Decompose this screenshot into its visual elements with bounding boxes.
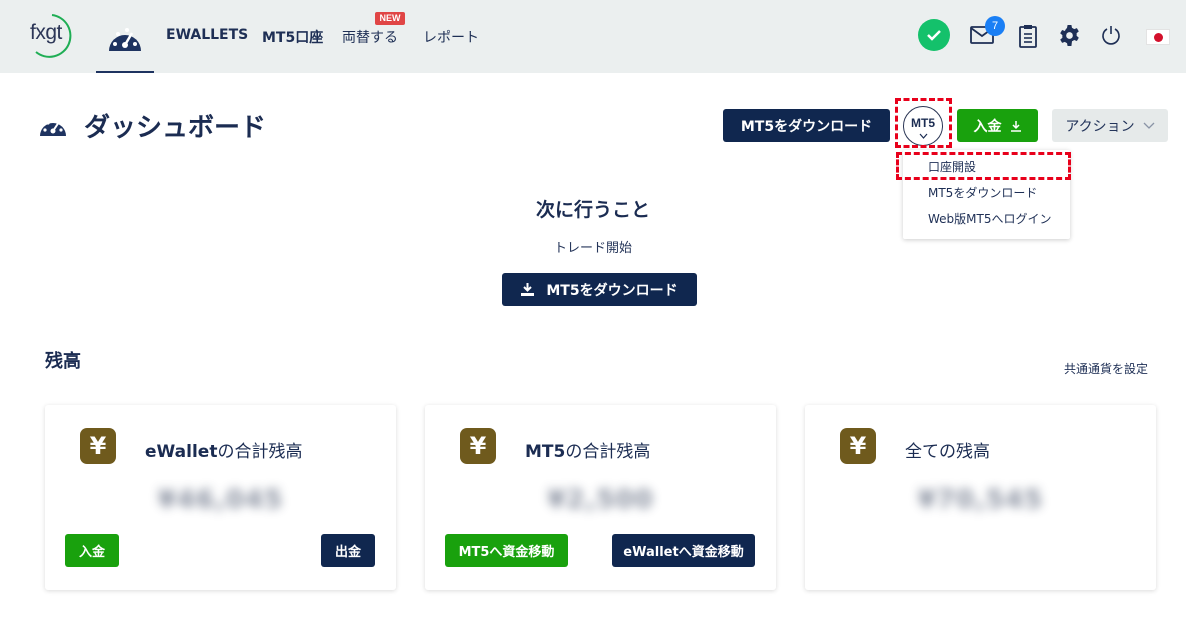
dashboard-icon (109, 28, 141, 51)
top-nav-bar: fxgt EWALLETS MT5口座 両替する NEW レポート 7 (0, 0, 1186, 73)
download-mt5-button[interactable]: MT5をダウンロード (723, 109, 890, 142)
download-icon (1010, 120, 1021, 132)
balances-title: 残高 (45, 351, 81, 372)
set-common-currency-link[interactable]: 共通通貨を設定 (1064, 360, 1148, 377)
yen-icon: ¥ (80, 428, 116, 464)
withdraw-button[interactable]: 出金 (321, 534, 375, 567)
nav-ewallets[interactable]: EWALLETS (166, 27, 248, 43)
highlight-box-open-account (896, 152, 1071, 180)
chevron-down-icon (1143, 122, 1155, 129)
transfer-to-mt5-button[interactable]: MT5へ資金移動 (445, 534, 568, 567)
verified-status-button[interactable] (918, 19, 950, 51)
card-title: MT5の合計残高 (525, 442, 651, 462)
fxgt-logo[interactable]: fxgt (30, 12, 86, 58)
deposit-label: 入金 (973, 118, 1002, 135)
next-steps-title: 次に行うこと (535, 199, 650, 221)
download-mt5-cta-button[interactable]: MT5をダウンロード (502, 273, 697, 306)
logo-text: fxgt (30, 21, 62, 44)
new-badge: NEW (375, 12, 405, 25)
clipboard-icon[interactable] (1018, 24, 1038, 48)
nav-mt5-accounts[interactable]: MT5口座 (262, 27, 323, 47)
yen-icon: ¥ (460, 428, 496, 464)
active-tab-indicator (96, 71, 154, 73)
yen-icon: ¥ (840, 428, 876, 464)
page-title: ダッシュボード (84, 113, 267, 143)
balance-amount-blurred: ¥46,045 (157, 485, 284, 515)
nav-reports[interactable]: レポート (423, 27, 479, 47)
check-icon (927, 30, 941, 41)
actions-label: アクション (1065, 118, 1135, 135)
dashboard-icon (40, 118, 66, 136)
mt5-balance-card: ¥ MT5の合計残高 ¥2,500 MT5へ資金移動 eWalletへ資金移動 (425, 405, 776, 590)
mail-count-badge: 7 (985, 16, 1005, 36)
nav-exchange[interactable]: 両替する (342, 27, 398, 47)
actions-dropdown[interactable]: アクション (1052, 109, 1168, 142)
power-icon[interactable] (1101, 25, 1121, 45)
japan-flag-icon[interactable] (1146, 29, 1170, 45)
card-title: 全ての残高 (905, 442, 990, 462)
gear-icon[interactable] (1058, 24, 1081, 47)
nav-dashboard[interactable] (96, 0, 154, 73)
deposit-button[interactable]: 入金 (957, 109, 1038, 142)
total-balance-card: ¥ 全ての残高 ¥70,545 (805, 405, 1156, 590)
deposit-button[interactable]: 入金 (65, 534, 119, 567)
card-title: eWalletの合計残高 (145, 442, 303, 462)
download-mt5-cta-label: MT5をダウンロード (546, 282, 678, 299)
transfer-to-ewallet-button[interactable]: eWalletへ資金移動 (612, 534, 755, 567)
balance-amount-blurred: ¥70,545 (917, 485, 1044, 515)
download-icon (521, 283, 535, 296)
balance-amount-blurred: ¥2,500 (547, 485, 654, 515)
next-steps-subtitle: トレード開始 (553, 241, 632, 256)
ewallet-balance-card: ¥ eWalletの合計残高 ¥46,045 入金 出金 (45, 405, 396, 590)
highlight-box-mt5-button (895, 98, 952, 148)
